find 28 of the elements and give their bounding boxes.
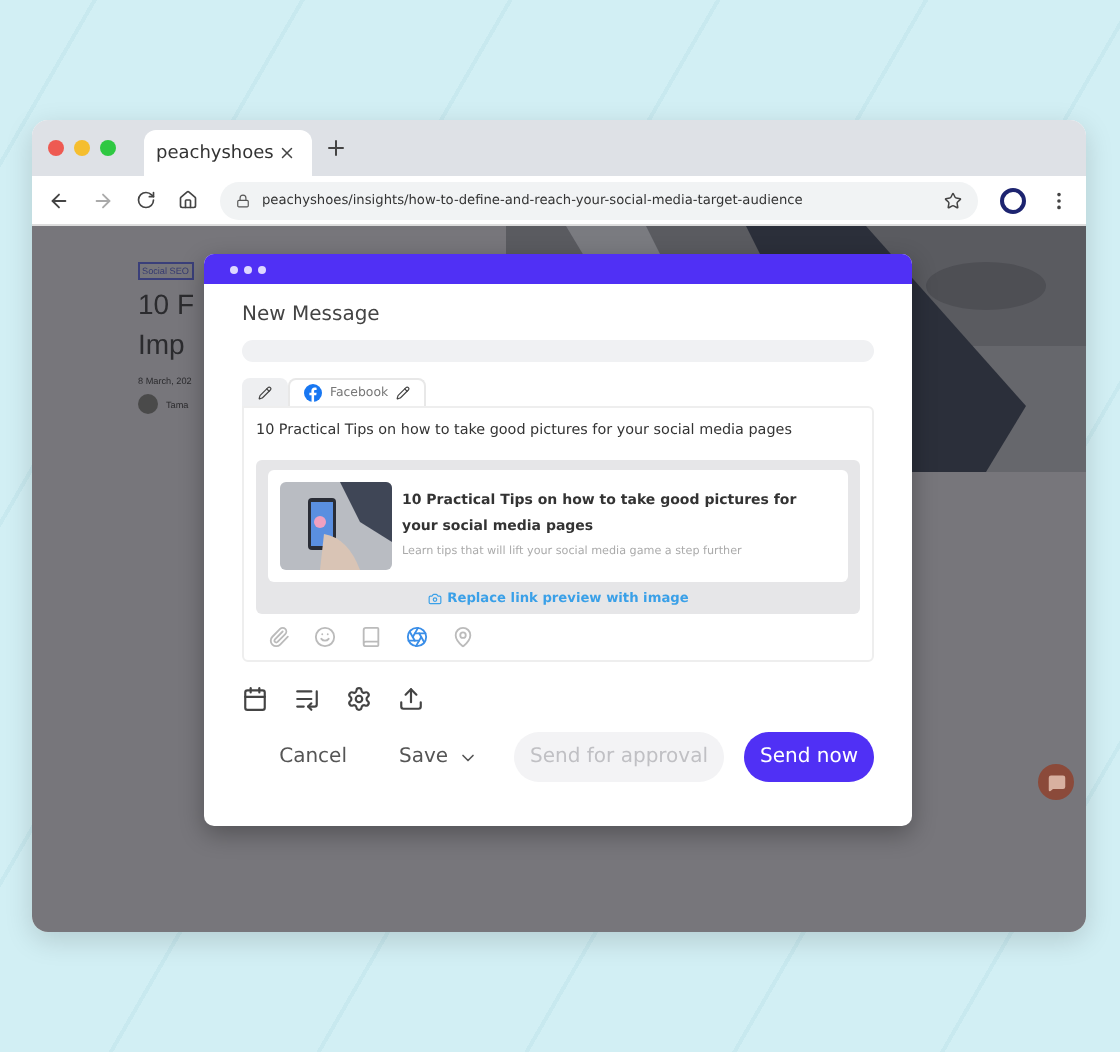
reload-icon[interactable] [136, 190, 156, 210]
dialog-title: New Message [242, 304, 382, 326]
calendar-icon[interactable] [242, 686, 268, 712]
cancel-button[interactable]: Cancel [263, 734, 363, 780]
facebook-logo [304, 384, 322, 402]
close-window-icon[interactable] [48, 140, 64, 156]
badge-icon[interactable] [406, 626, 428, 648]
browser-tab[interactable]: peachyshoes [144, 130, 312, 176]
pencil-icon[interactable] [396, 386, 411, 400]
back-icon[interactable] [48, 189, 70, 211]
home-icon[interactable] [178, 190, 198, 210]
settings-icon[interactable] [346, 686, 372, 712]
pencil-icon [258, 386, 272, 400]
chat-icon[interactable] [1038, 764, 1074, 800]
list-icon[interactable] [294, 686, 320, 712]
plus-icon[interactable] [324, 136, 348, 160]
save-button[interactable]: Save [383, 734, 495, 780]
profile-icon[interactable] [1000, 187, 1026, 213]
edit-tab[interactable] [242, 378, 288, 406]
article-title: Imp [138, 328, 185, 360]
upload-icon[interactable] [398, 686, 424, 712]
send-button[interactable]: Send now [744, 732, 874, 782]
article-title: 10 F [138, 288, 195, 320]
camera-icon [427, 591, 442, 605]
paperclip-icon[interactable] [268, 626, 290, 648]
post-editor[interactable] [242, 406, 874, 662]
avatar-icon [138, 394, 158, 414]
close-icon[interactable] [278, 144, 296, 162]
